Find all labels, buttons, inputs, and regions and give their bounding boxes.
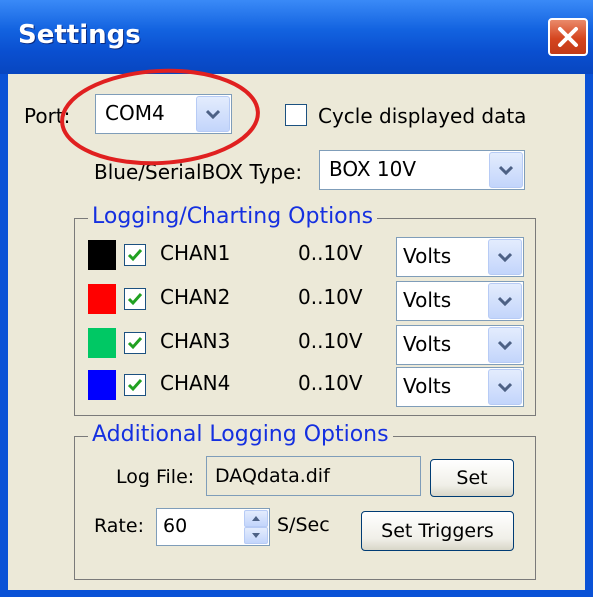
chevron-down-icon <box>498 382 512 392</box>
channel-unit-dropdown-button[interactable] <box>488 283 522 319</box>
chevron-down-icon <box>498 252 512 262</box>
channel-color-swatch <box>88 284 116 314</box>
set-log-file-button[interactable]: Set <box>430 459 514 497</box>
channel-name: CHAN3 <box>160 329 231 353</box>
cycle-checkbox[interactable] <box>285 104 307 126</box>
channel-unit-dropdown-button[interactable] <box>488 369 522 405</box>
cycle-label: Cycle displayed data <box>318 104 527 128</box>
channel-unit-select[interactable]: Volts <box>396 325 524 365</box>
channel-unit-select[interactable]: Volts <box>396 367 524 407</box>
settings-window: Settings Port: COM4 Cycle displayed data… <box>0 0 593 597</box>
box-type-select-value: BOX 10V <box>329 157 417 181</box>
channel-unit-select[interactable]: Volts <box>396 281 524 321</box>
channel-color-swatch <box>88 240 116 270</box>
channel-range: 0..10V <box>298 241 363 265</box>
channel-unit-value: Volts <box>403 288 452 312</box>
chevron-down-icon <box>206 109 220 119</box>
channel-name: CHAN2 <box>160 285 231 309</box>
rate-value: 60 <box>163 515 188 537</box>
chevron-down-icon <box>499 165 513 175</box>
channel-unit-dropdown-button[interactable] <box>488 239 522 275</box>
channel-color-swatch <box>88 370 116 400</box>
channel-name: CHAN1 <box>160 241 231 265</box>
logging-options-title: Logging/Charting Options <box>88 204 378 229</box>
channel-name: CHAN4 <box>160 371 231 395</box>
channel-color-swatch <box>88 328 116 358</box>
chevron-down-icon <box>498 296 512 306</box>
rate-unit: S/Sec <box>277 514 330 536</box>
box-type-dropdown-button[interactable] <box>489 152 523 188</box>
channel-unit-value: Volts <box>403 332 452 356</box>
port-select-value: COM4 <box>105 101 165 125</box>
checkmark-icon <box>127 337 143 350</box>
log-file-field: DAQdata.dif <box>206 456 421 496</box>
channel-range: 0..10V <box>298 371 363 395</box>
rate-input[interactable]: 60 <box>156 508 270 546</box>
box-type-select[interactable]: BOX 10V <box>319 150 525 190</box>
channel-checkbox[interactable] <box>124 288 146 310</box>
rate-label: Rate: <box>94 515 144 537</box>
set-triggers-button[interactable]: Set Triggers <box>361 511 514 551</box>
rate-spin-up-button[interactable] <box>244 510 268 527</box>
channel-range: 0..10V <box>298 329 363 353</box>
rate-spinner[interactable] <box>244 510 268 544</box>
dialog-body: Port: COM4 Cycle displayed data Blue/Ser… <box>8 74 585 590</box>
additional-options-title: Additional Logging Options <box>88 422 393 447</box>
log-file-label: Log File: <box>116 466 195 488</box>
rate-spin-down-button[interactable] <box>244 527 268 544</box>
close-button[interactable] <box>548 18 588 56</box>
channel-unit-value: Volts <box>403 374 452 398</box>
channel-range: 0..10V <box>298 285 363 309</box>
checkmark-icon <box>127 249 143 262</box>
channel-checkbox[interactable] <box>124 244 146 266</box>
port-dropdown-button[interactable] <box>196 96 230 132</box>
window-title: Settings <box>18 20 141 50</box>
chevron-up-icon <box>252 516 260 521</box>
checkmark-icon <box>127 379 143 392</box>
channel-unit-dropdown-button[interactable] <box>488 327 522 363</box>
checkmark-icon <box>127 293 143 306</box>
box-type-label: Blue/SerialBOX Type: <box>94 160 303 184</box>
chevron-down-icon <box>498 340 512 350</box>
log-file-value: DAQdata.dif <box>215 465 330 487</box>
channel-checkbox[interactable] <box>124 374 146 396</box>
close-icon <box>558 27 578 47</box>
channel-checkbox[interactable] <box>124 332 146 354</box>
channel-unit-select[interactable]: Volts <box>396 237 524 277</box>
channel-unit-value: Volts <box>403 244 452 268</box>
port-label: Port: <box>24 104 71 128</box>
title-bar[interactable]: Settings <box>0 0 593 74</box>
chevron-down-icon <box>252 533 260 538</box>
port-select[interactable]: COM4 <box>95 94 232 134</box>
